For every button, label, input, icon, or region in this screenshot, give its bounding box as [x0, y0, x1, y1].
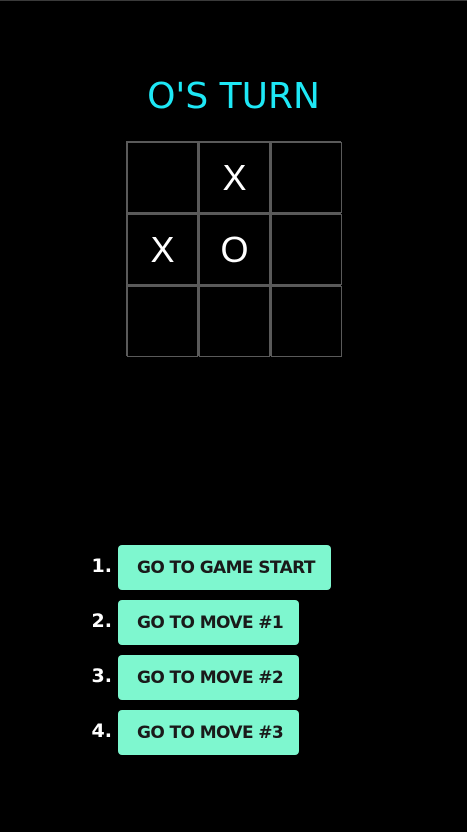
go-to-move-3-button[interactable]: GO TO MOVE #3	[118, 710, 300, 755]
move-number: 3.	[91, 665, 112, 687]
top-border	[0, 0, 467, 1]
turn-status: O'S TURN	[147, 76, 320, 117]
go-to-move-2-button[interactable]: GO TO MOVE #2	[118, 655, 300, 700]
board-square-4[interactable]: O	[199, 214, 270, 285]
board-square-7[interactable]	[199, 286, 270, 357]
move-history-list: 1. GO TO GAME START 2. GO TO MOVE #1 3. …	[0, 545, 467, 765]
move-number: 1.	[91, 555, 112, 577]
board-square-0[interactable]	[127, 142, 198, 213]
move-history-item: 2. GO TO MOVE #1	[0, 600, 467, 645]
move-history-item: 4. GO TO MOVE #3	[0, 710, 467, 755]
board-square-3[interactable]: X	[127, 214, 198, 285]
go-to-move-1-button[interactable]: GO TO MOVE #1	[118, 600, 300, 645]
move-history-item: 3. GO TO MOVE #2	[0, 655, 467, 700]
move-number: 2.	[91, 610, 112, 632]
game-board: X X O	[126, 141, 342, 357]
go-to-game-start-button[interactable]: GO TO GAME START	[118, 545, 331, 590]
board-square-6[interactable]	[127, 286, 198, 357]
move-number: 4.	[91, 720, 112, 742]
move-history-item: 1. GO TO GAME START	[0, 545, 467, 590]
board-square-2[interactable]	[271, 142, 342, 213]
board-square-1[interactable]: X	[199, 142, 270, 213]
board-square-8[interactable]	[271, 286, 342, 357]
board-square-5[interactable]	[271, 214, 342, 285]
